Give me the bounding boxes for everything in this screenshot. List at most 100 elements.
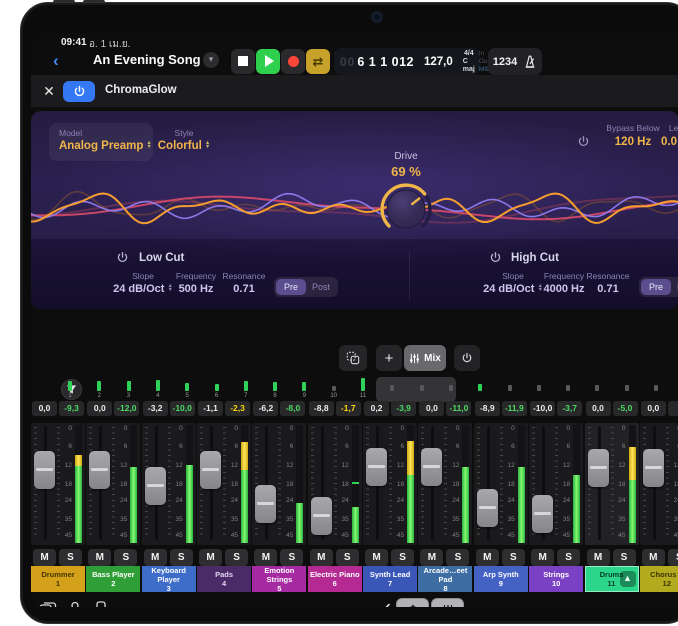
track-name-tile[interactable]: Electric Piano6 — [308, 566, 362, 592]
bypass-power-icon[interactable] — [577, 135, 590, 148]
cycle-button[interactable]: ⇄ — [306, 49, 330, 74]
fader-cap[interactable] — [89, 451, 110, 489]
low-cut-resonance-value[interactable]: 0.71 — [219, 283, 269, 295]
track-name-tile[interactable]: Arcade…eet Pad8 — [418, 566, 472, 592]
low-cut-pre-button[interactable]: Pre — [276, 279, 306, 295]
fader-cap[interactable] — [588, 449, 609, 487]
low-cut-frequency-value[interactable]: 500 Hz — [169, 283, 223, 295]
track-name-tile[interactable]: Synth Lead7 — [363, 566, 417, 592]
low-cut-slope-value[interactable]: 24 dB/Oct▲▼ — [113, 283, 173, 295]
high-cut-post-button[interactable]: Post — [671, 279, 678, 295]
fader-cap[interactable] — [34, 451, 55, 489]
track-name-tile[interactable]: Strings10 — [529, 566, 583, 592]
peak-value[interactable]: -9,3 — [59, 401, 84, 416]
plugins-icon[interactable] — [67, 601, 83, 607]
high-cut-power-icon[interactable] — [489, 251, 502, 264]
mute-button[interactable]: M — [144, 549, 167, 566]
fader-cap[interactable] — [477, 489, 498, 527]
solo-button[interactable]: S — [446, 549, 469, 566]
solo-button[interactable]: S — [280, 549, 303, 566]
volume-value[interactable]: -6,2 — [253, 401, 278, 416]
peak-value[interactable]: -2,3 — [225, 401, 250, 416]
low-cut-power-icon[interactable] — [116, 251, 129, 264]
plugin-power-button[interactable] — [63, 81, 95, 102]
volume-value[interactable]: 0,2 — [364, 401, 389, 416]
play-button[interactable] — [256, 49, 280, 74]
volume-value[interactable]: 0,0 — [586, 401, 611, 416]
track-name-tile[interactable]: Pads4 — [197, 566, 251, 592]
peak-value[interactable]: -11,0 — [446, 401, 471, 416]
solo-button[interactable]: S — [59, 549, 82, 566]
volume-value[interactable]: -8,8 — [309, 401, 334, 416]
volume-value[interactable]: -8,9 — [475, 401, 500, 416]
solo-button[interactable]: S — [557, 549, 580, 566]
mute-button[interactable]: M — [476, 549, 499, 566]
overview-window[interactable] — [376, 377, 456, 402]
track-name-tile[interactable]: Emotion Strings5 — [252, 566, 306, 592]
song-menu-chevron-icon[interactable]: ▾ — [203, 52, 219, 68]
add-track-button[interactable]: + — [376, 345, 402, 371]
peak-value[interactable]: -5,0 — [613, 401, 638, 416]
high-cut-resonance-value[interactable]: 0.71 — [583, 283, 633, 295]
mixer-faders-button[interactable] — [431, 598, 464, 607]
mute-button[interactable]: M — [531, 549, 554, 566]
mute-button[interactable]: M — [199, 549, 222, 566]
volume-value[interactable]: 0,0 — [32, 401, 57, 416]
paste-settings-button[interactable] — [339, 345, 367, 371]
high-cut-pre-button[interactable]: Pre — [641, 279, 671, 295]
peak-value[interactable]: -8,0 — [280, 401, 305, 416]
track-name-tile[interactable]: Arp Synth9 — [474, 566, 528, 592]
solo-button[interactable]: S — [502, 549, 525, 566]
solo-button[interactable]: S — [613, 549, 636, 566]
fader-cap[interactable] — [421, 448, 442, 486]
volume-value[interactable]: 0,0 — [87, 401, 112, 416]
peak-value[interactable]: -10,0 — [170, 401, 195, 416]
track-name-tile[interactable]: Drummer1 — [31, 566, 85, 592]
metronome-icon[interactable] — [523, 54, 537, 69]
solo-button[interactable]: S — [225, 549, 248, 566]
fader-cap[interactable] — [255, 485, 276, 523]
volume-value[interactable]: 0,0 — [419, 401, 444, 416]
lcd-display[interactable]: 00 6 1 1 012 127,0 4/4 C maj In Out MIDI — [334, 48, 480, 75]
channel-strip-icon[interactable] — [95, 601, 107, 607]
track-name-tile[interactable]: Chorus V12 — [640, 566, 678, 592]
fader-cap[interactable] — [532, 495, 553, 533]
mute-button[interactable]: M — [587, 549, 610, 566]
volume-value[interactable]: -3,2 — [143, 401, 168, 416]
fader-cap[interactable] — [145, 467, 166, 505]
solo-button[interactable]: S — [114, 549, 137, 566]
stop-button[interactable] — [231, 49, 255, 74]
high-cut-slope-value[interactable]: 24 dB/Oct▲▼ — [483, 283, 543, 295]
volume-value[interactable]: -10,0 — [530, 401, 555, 416]
drive-knob[interactable] — [378, 181, 434, 237]
peak-value[interactable]: -3,7 — [557, 401, 582, 416]
peak-value[interactable]: -1,7 — [336, 401, 361, 416]
edit-pencil-icon[interactable] — [378, 602, 392, 607]
collapse-chevron-icon[interactable]: ▲ — [620, 571, 636, 587]
mute-button[interactable]: M — [310, 549, 333, 566]
mute-button[interactable]: M — [33, 549, 56, 566]
song-title[interactable]: An Evening Song — [93, 52, 201, 67]
fader-cap[interactable] — [366, 448, 387, 486]
mute-button[interactable]: M — [88, 549, 111, 566]
count-in-button[interactable]: 1234 — [493, 56, 517, 68]
loops-browser-icon[interactable]: ♪ — [39, 601, 57, 607]
track-name-tile[interactable]: Bass Player2 — [86, 566, 140, 592]
solo-button[interactable]: S — [668, 549, 678, 566]
level-value[interactable]: 0.0 — [649, 136, 678, 148]
fader-cap[interactable] — [200, 451, 221, 489]
peak-value[interactable] — [668, 401, 678, 416]
mute-button[interactable]: M — [642, 549, 665, 566]
back-chevron-icon[interactable]: ‹ — [53, 49, 67, 73]
mute-button[interactable]: M — [254, 549, 277, 566]
solo-button[interactable]: S — [170, 549, 193, 566]
style-selector[interactable]: Colorful▲▼ — [151, 140, 217, 152]
volume-value[interactable]: 0,0 — [641, 401, 666, 416]
mute-button[interactable]: M — [420, 549, 443, 566]
peak-value[interactable]: -3,9 — [391, 401, 416, 416]
mixer-power-button[interactable] — [454, 345, 480, 371]
smart-controls-button[interactable] — [396, 598, 429, 607]
track-name-tile[interactable]: Keyboard Player3 — [142, 566, 196, 592]
mute-button[interactable]: M — [365, 549, 388, 566]
mix-view-button[interactable]: Mix — [404, 345, 446, 371]
